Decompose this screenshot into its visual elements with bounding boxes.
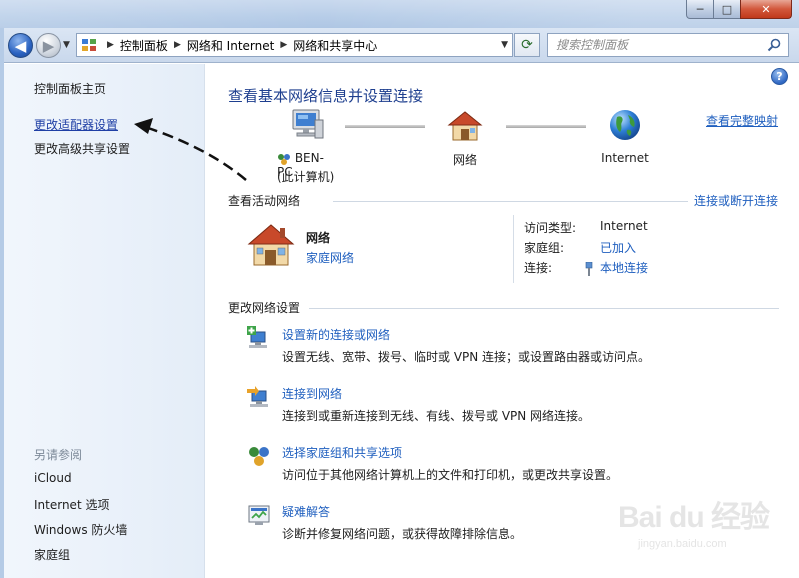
sidebar-item-internet-options[interactable]: Internet 选项 bbox=[34, 496, 109, 513]
task-connect-network-link[interactable]: 连接到网络 bbox=[282, 385, 342, 402]
vertical-divider bbox=[513, 215, 514, 283]
section-divider bbox=[333, 201, 688, 202]
navigation-bar: ◀ ▶ ▼ ▶ 控制面板 ▶ 网络和 Internet ▶ 网络和共享中心 ▼ … bbox=[0, 28, 799, 63]
refresh-icon: ⟳ bbox=[521, 37, 533, 53]
map-node-internet[interactable] bbox=[605, 108, 645, 142]
breadcrumb-network-internet[interactable]: 网络和 Internet bbox=[187, 37, 274, 54]
map-node-computer[interactable] bbox=[275, 108, 339, 142]
page-title: 查看基本网络信息并设置连接 bbox=[228, 87, 424, 105]
new-connection-icon bbox=[247, 326, 271, 353]
chevron-down-icon: ▼ bbox=[63, 40, 70, 50]
section-divider bbox=[309, 308, 779, 309]
breadcrumb-control-panel[interactable]: 控制面板 bbox=[120, 37, 168, 54]
search-input[interactable] bbox=[556, 38, 766, 52]
chevron-right-icon[interactable]: ▶ bbox=[174, 40, 181, 50]
house-icon bbox=[447, 111, 483, 141]
sidebar-item-control-panel-home[interactable]: 控制面板主页 bbox=[34, 80, 106, 97]
chevron-right-icon[interactable]: ▶ bbox=[280, 40, 287, 50]
map-node-network-label: 网络 bbox=[452, 153, 477, 167]
title-bar-glow bbox=[0, 0, 799, 28]
troubleshoot-icon bbox=[247, 503, 271, 530]
connections-label: 连接: bbox=[524, 261, 553, 275]
search-box[interactable] bbox=[547, 33, 789, 57]
homegroup-joined-link[interactable]: 已加入 bbox=[600, 239, 636, 256]
sidebar: 控制面板主页 更改适配器设置 更改高级共享设置 另请参阅 iCloud Inte… bbox=[4, 64, 205, 578]
watermark-logo-text: Bai du 经验 bbox=[618, 501, 770, 534]
connect-disconnect-link[interactable]: 连接或断开连接 bbox=[694, 192, 778, 209]
homegroup-sharing-icon bbox=[247, 444, 271, 471]
task-troubleshoot-desc: 诊断并修复网络问题，或获得故障排除信息。 bbox=[282, 527, 523, 541]
refresh-button[interactable]: ⟳ bbox=[514, 33, 540, 57]
sidebar-item-advanced-sharing-settings[interactable]: 更改高级共享设置 bbox=[34, 140, 130, 157]
back-button[interactable]: ◀ bbox=[8, 33, 33, 58]
local-connection-link[interactable]: 本地连接 bbox=[584, 259, 648, 276]
homegroup-label: 家庭组: bbox=[524, 241, 565, 255]
globe-icon bbox=[610, 110, 640, 140]
access-type-value: Internet bbox=[600, 219, 648, 233]
task-troubleshoot-link[interactable]: 疑难解答 bbox=[282, 503, 330, 520]
home-network-house-icon bbox=[246, 222, 296, 271]
maximize-button[interactable]: □ bbox=[713, 0, 741, 19]
minimize-button[interactable]: ─ bbox=[686, 0, 714, 19]
access-type-label: 访问类型: bbox=[524, 221, 577, 235]
breadcrumb-network-sharing-center[interactable]: 网络和共享中心 bbox=[293, 37, 377, 54]
sidebar-item-icloud[interactable]: iCloud bbox=[34, 471, 72, 485]
address-bar[interactable]: ▶ 控制面板 ▶ 网络和 Internet ▶ 网络和共享中心 ▼ bbox=[76, 33, 513, 57]
title-bar: ─ □ ✕ bbox=[0, 0, 799, 28]
recent-pages-dropdown[interactable]: ▼ bbox=[63, 40, 70, 50]
forward-button[interactable]: ▶ bbox=[36, 33, 61, 58]
connect-network-icon bbox=[247, 385, 271, 412]
arrow-left-icon: ◀ bbox=[14, 36, 27, 55]
map-node-internet-label: Internet bbox=[601, 151, 649, 165]
watermark-url: jingyan.baidu.com bbox=[638, 538, 727, 550]
ethernet-plug-icon bbox=[585, 261, 593, 276]
sidebar-item-homegroup[interactable]: 家庭组 bbox=[34, 546, 70, 563]
change-settings-heading: 更改网络设置 bbox=[228, 301, 301, 315]
see-also-heading: 另请参阅 bbox=[34, 448, 83, 462]
task-homegroup-sharing-link[interactable]: 选择家庭组和共享选项 bbox=[282, 444, 402, 461]
local-connection-label: 本地连接 bbox=[600, 261, 649, 275]
task-setup-connection-desc: 设置无线、宽带、拨号、临时或 VPN 连接；或设置路由器或访问点。 bbox=[282, 350, 651, 364]
search-icon[interactable] bbox=[767, 38, 781, 55]
view-full-map-link[interactable]: 查看完整映射 bbox=[706, 112, 778, 129]
map-link-line bbox=[506, 125, 586, 128]
map-link-line bbox=[345, 125, 425, 128]
task-setup-connection-link[interactable]: 设置新的连接或网络 bbox=[282, 326, 390, 343]
address-dropdown-icon[interactable]: ▼ bbox=[501, 40, 508, 50]
sidebar-item-windows-firewall[interactable]: Windows 防火墙 bbox=[34, 521, 127, 538]
baidu-watermark: Bai du 经验 jingyan.baidu.com bbox=[610, 486, 785, 561]
active-network-name: 网络 bbox=[306, 231, 331, 245]
task-homegroup-sharing-desc: 访问位于其他网络计算机上的文件和打印机，或更改共享设置。 bbox=[282, 468, 619, 482]
network-type-link[interactable]: 家庭网络 bbox=[306, 249, 354, 266]
sidebar-item-change-adapter-settings[interactable]: 更改适配器设置 bbox=[34, 116, 118, 133]
arrow-right-icon: ▶ bbox=[42, 36, 55, 55]
homegroup-icon bbox=[278, 153, 290, 165]
computer-sub-label: (此计算机) bbox=[277, 170, 335, 184]
task-connect-network-desc: 连接到或重新连接到无线、有线、拨号或 VPN 网络连接。 bbox=[282, 409, 591, 423]
map-node-network[interactable] bbox=[445, 110, 485, 142]
chevron-right-icon[interactable]: ▶ bbox=[107, 40, 114, 50]
active-networks-heading: 查看活动网络 bbox=[228, 194, 301, 208]
control-panel-icon bbox=[81, 37, 97, 53]
close-button[interactable]: ✕ bbox=[740, 0, 792, 19]
help-button[interactable]: ? bbox=[771, 68, 788, 85]
computer-icon bbox=[292, 109, 324, 139]
